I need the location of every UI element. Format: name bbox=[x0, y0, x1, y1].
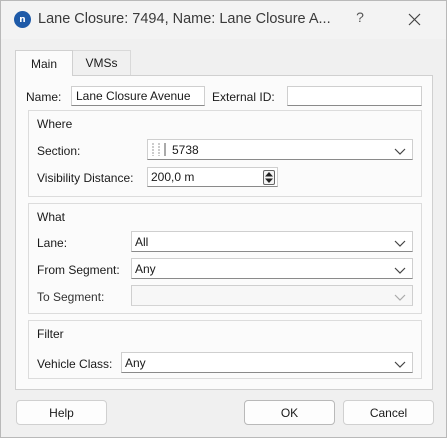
section-label: Section: bbox=[37, 144, 81, 158]
where-group: Where Section: 5738 Visibility Distance:… bbox=[28, 110, 422, 197]
visibility-distance-label: Visibility Distance: bbox=[37, 171, 134, 185]
help-question-icon[interactable]: ? bbox=[353, 9, 367, 29]
section-picker-icon[interactable] bbox=[151, 143, 167, 156]
vehicle-class-value: Any bbox=[125, 356, 146, 370]
section-select[interactable]: 5738 bbox=[147, 139, 413, 160]
what-group: What Lane: All From Segment: Any To Segm… bbox=[28, 203, 422, 314]
chevron-down-icon[interactable] bbox=[394, 358, 406, 368]
window-title: Lane Closure: 7494, Name: Lane Closure A… bbox=[38, 11, 330, 27]
chevron-down-icon[interactable] bbox=[394, 237, 406, 247]
from-segment-select[interactable]: Any bbox=[131, 258, 413, 279]
where-group-title: Where bbox=[37, 117, 73, 131]
spin-arrows-icon[interactable] bbox=[263, 170, 275, 185]
from-segment-label: From Segment: bbox=[37, 263, 120, 277]
lane-select[interactable]: All bbox=[131, 231, 413, 252]
chevron-down-icon bbox=[394, 291, 406, 301]
app-logo-icon: n bbox=[14, 11, 31, 28]
vehicle-class-label: Vehicle Class: bbox=[37, 357, 113, 371]
vehicle-class-select[interactable]: Any bbox=[121, 352, 413, 373]
what-group-title: What bbox=[37, 210, 66, 224]
lane-label: Lane: bbox=[37, 236, 68, 250]
filter-group-title: Filter bbox=[37, 327, 64, 341]
ok-button[interactable]: OK bbox=[244, 400, 335, 425]
name-label: Name: bbox=[26, 90, 62, 104]
chevron-down-icon[interactable] bbox=[394, 145, 406, 155]
lane-closure-dialog: n Lane Closure: 7494, Name: Lane Closure… bbox=[0, 0, 447, 438]
title-bar[interactable]: n Lane Closure: 7494, Name: Lane Closure… bbox=[1, 1, 446, 39]
external-id-field[interactable] bbox=[287, 86, 422, 106]
visibility-distance-value: 200,0 m bbox=[151, 170, 195, 184]
name-field[interactable]: Lane Closure Avenue bbox=[71, 86, 205, 106]
from-segment-value: Any bbox=[135, 262, 156, 276]
to-segment-select bbox=[131, 285, 413, 306]
filter-group: Filter Vehicle Class: Any bbox=[28, 320, 422, 379]
close-icon[interactable] bbox=[405, 10, 425, 30]
cancel-button[interactable]: Cancel bbox=[343, 400, 434, 425]
main-tab-panel: Name: Lane Closure Avenue External ID: W… bbox=[15, 75, 433, 390]
chevron-down-icon[interactable] bbox=[394, 264, 406, 274]
external-id-label: External ID: bbox=[212, 90, 275, 104]
to-segment-label: To Segment: bbox=[37, 290, 105, 304]
tab-main[interactable]: Main bbox=[15, 50, 73, 76]
lane-value: All bbox=[135, 235, 149, 249]
help-button[interactable]: Help bbox=[16, 400, 107, 425]
tab-vmss[interactable]: VMSs bbox=[73, 50, 131, 75]
visibility-distance-spinbox[interactable]: 200,0 m bbox=[147, 167, 278, 187]
section-value: 5738 bbox=[172, 143, 199, 157]
